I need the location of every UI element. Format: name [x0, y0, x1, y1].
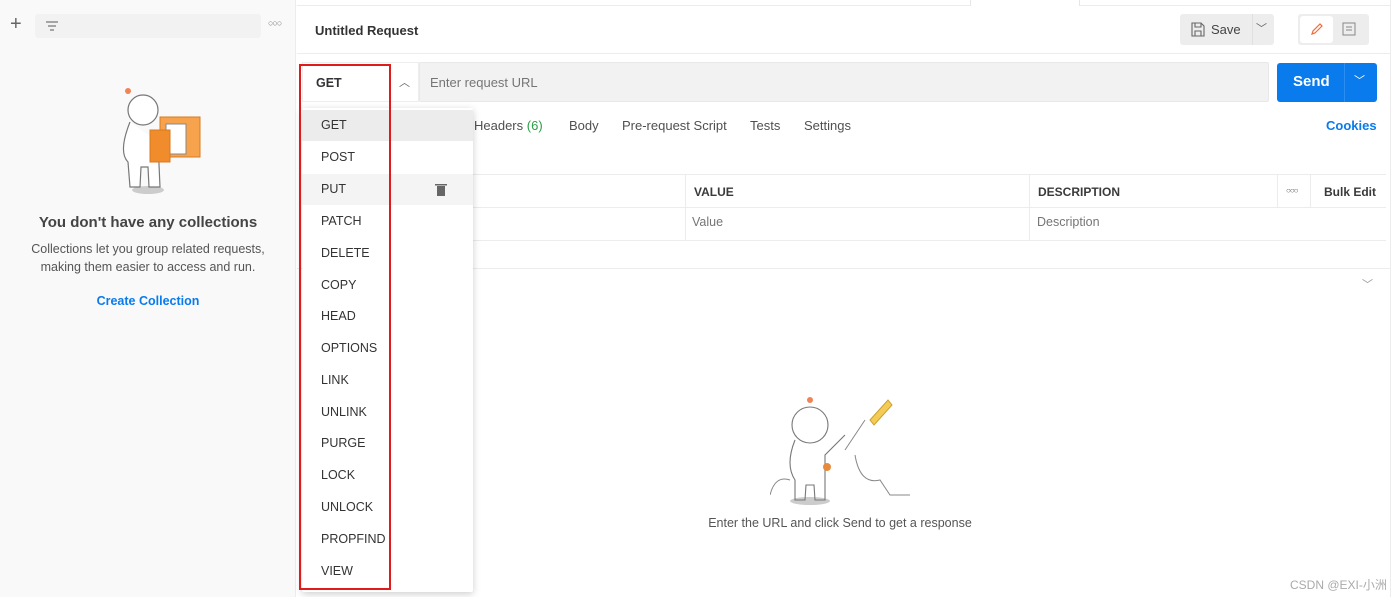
- astronaut-illustration: [770, 397, 910, 505]
- description-input[interactable]: [1037, 215, 1357, 229]
- headers-count: (6): [526, 118, 543, 133]
- pencil-icon: [1311, 23, 1323, 35]
- response-hint: Enter the URL and click Send to get a re…: [708, 516, 972, 530]
- cookies-link[interactable]: Cookies: [1326, 118, 1377, 133]
- url-input[interactable]: [419, 62, 1269, 102]
- headers-table: VALUE DESCRIPTION ○○○ Bulk Edit: [470, 174, 1386, 241]
- right-border: [1390, 0, 1391, 597]
- column-header-description: DESCRIPTION: [1038, 185, 1121, 199]
- collections-illustration: [122, 88, 201, 194]
- divider: [297, 53, 1390, 54]
- comments-icon[interactable]: [1342, 22, 1356, 37]
- highlight-box: [299, 64, 391, 590]
- more-options-icon[interactable]: ○○○: [268, 18, 282, 28]
- tab-settings[interactable]: Settings: [804, 118, 851, 133]
- bulk-edit-button[interactable]: Bulk Edit: [1324, 185, 1376, 199]
- chevron-up-icon: ︿: [399, 77, 410, 89]
- tab-tests[interactable]: Tests: [750, 118, 780, 133]
- save-button[interactable]: Save ﹀: [1180, 14, 1274, 45]
- value-input[interactable]: [692, 215, 1012, 229]
- request-title[interactable]: Untitled Request: [315, 23, 418, 38]
- send-button[interactable]: Send ﹀: [1277, 63, 1377, 102]
- tab-strip: [297, 0, 1390, 6]
- send-label: Send: [1293, 73, 1330, 90]
- tab-body[interactable]: Body: [569, 118, 599, 133]
- send-dropdown-chevron-icon[interactable]: ﹀: [1354, 72, 1365, 88]
- filter-icon: [46, 21, 58, 31]
- new-icon[interactable]: +: [10, 14, 22, 34]
- sidebar: + ○○○ You don't have any collections Col…: [0, 0, 296, 597]
- save-icon: [1191, 22, 1205, 37]
- create-collection-link[interactable]: Create Collection: [0, 294, 296, 308]
- view-toggle: [1298, 14, 1369, 45]
- tab-headers[interactable]: Headers (6): [474, 118, 543, 133]
- empty-desc-2: making them easier to access and run.: [40, 260, 256, 274]
- empty-title: You don't have any collections: [38, 214, 258, 231]
- tab-label: Headers: [474, 118, 524, 133]
- response-collapse-chevron-icon[interactable]: ﹀: [1362, 276, 1373, 292]
- edit-mode-button[interactable]: [1300, 16, 1333, 43]
- empty-desc-1: Collections let you group related reques…: [31, 242, 265, 256]
- save-dropdown-chevron-icon[interactable]: ﹀: [1256, 20, 1267, 36]
- table-options-icon[interactable]: ○○○: [1286, 186, 1298, 195]
- save-label: Save: [1211, 22, 1241, 37]
- tab-pre-request-script[interactable]: Pre-request Script: [622, 118, 727, 133]
- active-tab[interactable]: [970, 0, 1080, 6]
- watermark: CSDN @EXI-小洲: [1290, 578, 1387, 592]
- delete-icon[interactable]: [435, 183, 447, 196]
- filter-input[interactable]: [35, 14, 261, 38]
- column-header-value: VALUE: [694, 185, 734, 199]
